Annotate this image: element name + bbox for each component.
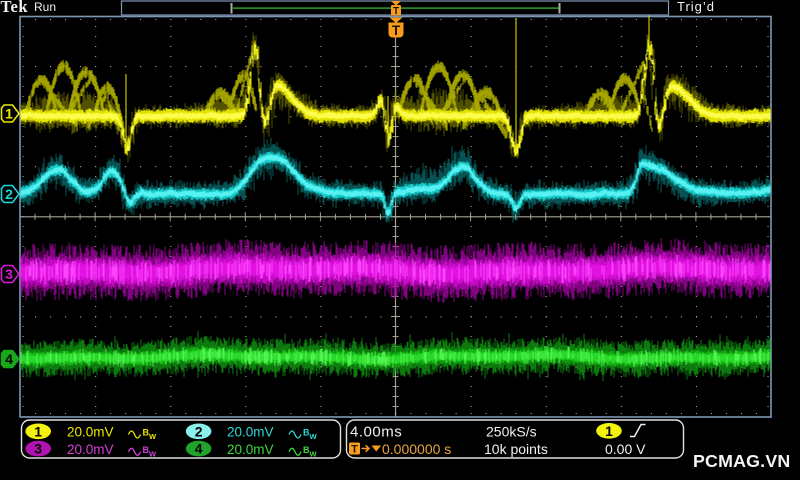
svg-text:Trig’d: Trig’d [677,0,715,14]
svg-text:W: W [310,449,318,458]
svg-text:0.000000 s: 0.000000 s [382,441,451,457]
svg-text:W: W [149,449,157,458]
svg-text:20.0mV: 20.0mV [67,425,114,440]
svg-text:T: T [393,6,399,17]
svg-text:W: W [310,432,318,441]
svg-text:W: W [149,432,157,441]
svg-text:2: 2 [195,423,203,439]
svg-text:2: 2 [5,186,13,202]
svg-text:PCMAG.VN: PCMAG.VN [693,451,790,471]
svg-text:T: T [351,444,358,456]
svg-text:20.0mV: 20.0mV [67,442,114,457]
svg-text:1: 1 [5,106,13,122]
svg-text:4: 4 [5,351,13,367]
svg-text:Run: Run [34,0,56,14]
svg-text:3: 3 [5,266,13,282]
svg-text:1: 1 [34,423,42,439]
svg-text:20.0mV: 20.0mV [227,442,274,457]
svg-text:4: 4 [195,441,203,457]
svg-text:250kS/s: 250kS/s [486,424,537,440]
svg-text:Tek: Tek [1,0,29,16]
svg-text:3: 3 [34,441,42,457]
svg-text:T: T [392,22,401,38]
svg-text:0.00 V: 0.00 V [605,441,646,457]
svg-text:1: 1 [605,423,613,439]
svg-text:10k points: 10k points [484,441,548,457]
svg-text:4.00ms: 4.00ms [350,424,402,441]
svg-text:20.0mV: 20.0mV [227,425,274,440]
